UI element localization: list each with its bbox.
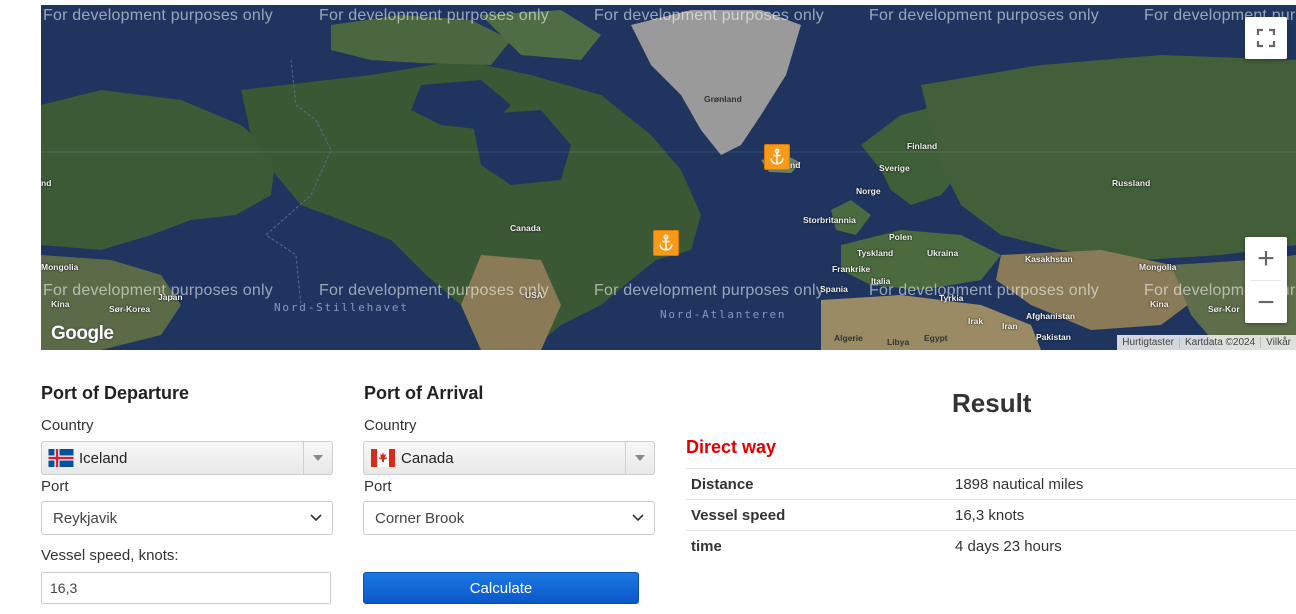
map-attribution: Hurtigtaster Kartdata ©2024 Vilkår <box>1117 335 1296 350</box>
map-label-finland: Finland <box>907 141 938 151</box>
ocean-label-pacific: Nord-Stillehavet <box>274 301 409 314</box>
ocean-label-atlantic: Nord-Atlanteren <box>660 308 787 321</box>
iceland-flag-icon <box>48 449 74 467</box>
arrival-country-value: Canada <box>401 449 454 467</box>
table-row: Distance 1898 nautical miles <box>686 468 1296 500</box>
map-label-egypt: Egypt <box>924 333 948 343</box>
map-watermark: For development purposes only <box>869 282 1099 299</box>
map-label-sor-korea: Sør-Korea <box>109 304 151 314</box>
zoom-out-button[interactable]: − <box>1245 281 1287 324</box>
map-label-irak: Irak <box>968 316 984 326</box>
arrival-port-select[interactable]: Corner Brook <box>363 501 655 535</box>
map-label-spania: Spania <box>820 284 848 294</box>
zoom-in-button[interactable]: + <box>1245 237 1287 280</box>
arrival-heading: Port of Arrival <box>364 383 484 403</box>
chevron-down-icon <box>303 442 332 474</box>
departure-country-label: Country <box>41 417 94 434</box>
departure-port-value: Reykjavik <box>53 509 118 527</box>
table-row: time 4 days 23 hours <box>686 530 1296 561</box>
map-watermark: For development purposes only <box>594 282 824 299</box>
map-label-storbritannia: Storbritannia <box>803 215 856 225</box>
map[interactable]: For development purposes only For develo… <box>41 5 1296 350</box>
fullscreen-icon <box>1256 28 1276 48</box>
map-label-ukraina: Ukraina <box>927 248 959 258</box>
result-value: 1898 nautical miles <box>955 468 1296 500</box>
map-label-italia: Italia <box>871 276 891 286</box>
table-row: Vessel speed 16,3 knots <box>686 499 1296 531</box>
map-watermark: For development purposes only <box>43 7 273 24</box>
map-label-norge: Norge <box>856 186 881 196</box>
zoom-control: + − <box>1245 237 1287 323</box>
map-label-libya: Libya <box>887 337 910 347</box>
google-logo: Google <box>51 323 114 344</box>
chevron-down-icon <box>625 442 654 474</box>
map-label-mongolia: Mongolia <box>41 262 79 272</box>
map-label-kina: Kina <box>51 299 70 309</box>
map-label-sverige: Sverige <box>879 163 910 173</box>
arrival-port-value: Corner Brook <box>375 509 465 527</box>
result-table: Distance 1898 nautical miles Vessel spee… <box>686 468 1296 561</box>
map-label-russland: Russland <box>1112 178 1151 188</box>
map-label-mongolia: Mongolia <box>1139 262 1177 272</box>
result-key: Vessel speed <box>686 499 955 531</box>
result-value: 16,3 knots <box>955 499 1296 531</box>
map-label-iran: Iran <box>1002 321 1018 331</box>
departure-country-value: Iceland <box>79 449 128 467</box>
map-watermark: For development purposes only <box>594 7 824 24</box>
chevron-down-icon <box>632 514 644 522</box>
vessel-speed-label: Vessel speed, knots: <box>41 547 179 564</box>
anchor-icon <box>659 234 673 251</box>
map-data-text: Kartdata ©2024 <box>1180 337 1262 348</box>
map-label-gronland: Grønland <box>704 94 742 104</box>
map-label-algerie: Algerie <box>834 333 863 343</box>
fullscreen-button[interactable] <box>1245 17 1287 59</box>
anchor-icon <box>770 148 784 165</box>
arrival-port-label: Port <box>364 478 392 495</box>
map-label-japan: Japan <box>158 292 183 302</box>
terms-link[interactable]: Vilkår <box>1261 337 1296 348</box>
map-label-tyrkia: Tyrkia <box>939 293 964 303</box>
canada-flag-icon <box>371 449 395 467</box>
map-label-canada: Canada <box>510 223 541 233</box>
map-label-kasakhstan: Kasakhstan <box>1025 254 1073 264</box>
calculate-button[interactable]: Calculate <box>363 572 639 604</box>
map-watermark: For development purposes only <box>869 7 1099 24</box>
arrival-port-marker[interactable] <box>653 230 679 256</box>
departure-port-select[interactable]: Reykjavik <box>41 501 333 535</box>
map-label-frankrike: Frankrike <box>832 264 871 274</box>
departure-port-label: Port <box>41 478 69 495</box>
map-label-island-fragment: nd <box>790 160 801 170</box>
map-watermark: For development purposes only <box>319 282 549 299</box>
departure-heading: Port of Departure <box>41 383 190 403</box>
direct-way-heading: Direct way <box>686 437 777 457</box>
keyboard-shortcuts-link[interactable]: Hurtigtaster <box>1117 337 1180 348</box>
result-key: Distance <box>686 468 955 500</box>
map-label-polen: Polen <box>889 232 913 242</box>
departure-country-select[interactable]: Iceland <box>41 441 333 475</box>
map-label-edge-fragment: nd <box>41 178 52 188</box>
vessel-speed-input[interactable] <box>41 572 331 604</box>
chevron-down-icon <box>310 514 322 522</box>
departure-port-marker[interactable] <box>764 144 790 170</box>
arrival-country-label: Country <box>364 417 417 434</box>
map-watermark: For development purposes only <box>319 7 549 24</box>
result-key: time <box>686 530 955 561</box>
map-label-tyskland: Tyskland <box>857 248 894 258</box>
result-value: 4 days 23 hours <box>955 530 1296 561</box>
map-label-usa: USA <box>525 290 543 300</box>
map-label-sor-korea: Sør-Kor <box>1208 304 1240 314</box>
arrival-country-select[interactable]: Canada <box>363 441 655 475</box>
map-label-afghanistan: Afghanistan <box>1026 311 1076 321</box>
map-label-kina: Kina <box>1150 299 1169 309</box>
map-label-pakistan: Pakistan <box>1036 332 1071 342</box>
result-title: Result <box>952 388 1032 418</box>
